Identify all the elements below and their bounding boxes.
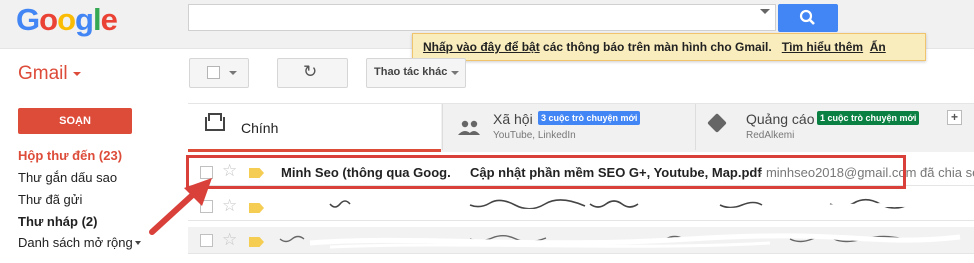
- search-icon: [799, 9, 815, 25]
- tab-social-label: Xã hội: [493, 111, 533, 127]
- add-tab-button[interactable]: +: [947, 110, 962, 125]
- more-chevron-icon: [451, 71, 459, 75]
- select-all-checkbox[interactable]: [207, 66, 220, 79]
- new-conversations-badge: 3 cuộc trò chuyện mới: [538, 111, 641, 125]
- desktop-notification-banner: Nhấp vào đây để bật các thông báo trên m…: [412, 33, 926, 61]
- search-options-chevron-icon[interactable]: [760, 9, 770, 14]
- hide-link[interactable]: Ẩn: [870, 40, 886, 54]
- tab-promotions-label: Quảng cáo: [746, 111, 815, 127]
- more-actions-label: Thao tác khác: [374, 66, 448, 78]
- new-conversations-badge: 1 cuộc trò chuyện mới: [817, 111, 920, 125]
- highlight-box: [186, 155, 906, 189]
- search-button[interactable]: [778, 4, 838, 32]
- star-icon[interactable]: ☆: [222, 230, 237, 250]
- star-icon[interactable]: ☆: [222, 196, 237, 216]
- tab-primary[interactable]: [188, 104, 441, 152]
- compose-button[interactable]: SOẠN: [18, 108, 132, 134]
- notification-text: các thông báo trên màn hình cho Gmail.: [539, 40, 772, 54]
- gmail-app-switcher[interactable]: Gmail: [18, 63, 68, 85]
- enable-notifications-link[interactable]: Nhấp vào đây để bật: [423, 40, 540, 54]
- refresh-icon: ↻: [303, 62, 318, 81]
- tab-primary-label: Chính: [241, 120, 279, 136]
- search-input[interactable]: [188, 4, 776, 31]
- people-icon: [457, 120, 481, 141]
- chevron-down-icon[interactable]: [73, 72, 81, 76]
- tab-social-senders: YouTube, LinkedIn: [493, 130, 576, 141]
- sidebar-item-more[interactable]: Danh sách mở rộng: [18, 235, 133, 250]
- redacted-message-content: [270, 229, 970, 251]
- annotation-arrow-icon: [140, 170, 220, 248]
- sidebar-item-inbox[interactable]: Hộp thư đến (23): [18, 148, 122, 163]
- redacted-message-content: [269, 196, 971, 218]
- learn-more-link[interactable]: Tìm hiểu thêm: [782, 40, 863, 54]
- inbox-icon: [208, 113, 222, 121]
- sidebar-item-sent[interactable]: Thư đã gửi: [18, 192, 82, 207]
- select-chevron-icon[interactable]: [229, 71, 237, 75]
- sidebar-item-drafts[interactable]: Thư nháp (2): [18, 214, 97, 229]
- tab-promotions-senders: RedAlkemi: [746, 130, 795, 141]
- google-logo[interactable]: Google: [16, 2, 118, 38]
- sidebar-item-starred[interactable]: Thư gắn dấu sao: [18, 170, 117, 185]
